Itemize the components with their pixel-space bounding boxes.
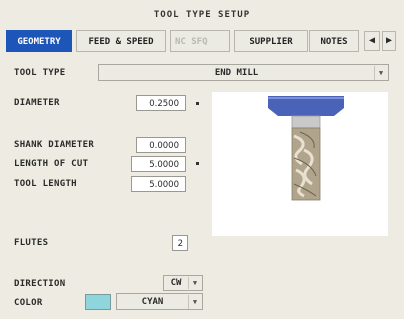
chevron-down-icon: ▼ (188, 295, 201, 309)
arrow-right-icon: ▶ (385, 35, 393, 46)
tool-type-select[interactable]: END MILL ▼ (98, 64, 389, 81)
end-mill-diagram (268, 96, 344, 201)
required-marker (196, 162, 199, 165)
color-select[interactable]: CYAN ▼ (116, 293, 203, 310)
tab-feed-speed[interactable]: FEED & SPEED (76, 30, 166, 52)
tool-type-label: TOOL TYPE (14, 68, 66, 78)
color-label: COLOR (14, 298, 43, 308)
direction-value: CW (170, 278, 182, 288)
tab-bar: GEOMETRY FEED & SPEED NC SFQ SUPPLIER NO… (6, 30, 404, 52)
flutes-field[interactable]: 2 (172, 235, 188, 251)
shank-diameter-label: SHANK DIAMETER (14, 140, 95, 150)
direction-select[interactable]: CW ▼ (163, 275, 203, 291)
tab-geometry[interactable]: GEOMETRY (6, 30, 72, 52)
diameter-field[interactable]: 0.2500 (136, 95, 186, 111)
tab-scroll-left-button[interactable]: ◀ (364, 31, 380, 51)
tool-type-setup-window: TOOL TYPE SETUP GEOMETRY FEED & SPEED NC… (0, 0, 404, 319)
color-value: CYAN (141, 297, 164, 307)
tool-length-field[interactable]: 5.0000 (131, 176, 186, 192)
length-of-cut-field[interactable]: 5.0000 (131, 156, 186, 172)
tool-type-value: END MILL (214, 68, 259, 78)
direction-label: DIRECTION (14, 279, 66, 289)
shank-diameter-field[interactable]: 0.0000 (136, 137, 186, 153)
arrow-left-icon: ◀ (368, 35, 376, 46)
chevron-down-icon: ▼ (188, 277, 201, 289)
length-of-cut-label: LENGTH OF CUT (14, 159, 89, 169)
diameter-label: DIAMETER (14, 98, 60, 108)
color-swatch[interactable] (85, 294, 111, 310)
chevron-down-icon: ▼ (374, 66, 387, 80)
tab-notes[interactable]: NOTES (309, 30, 359, 52)
tool-length-label: TOOL LENGTH (14, 179, 77, 189)
tool-shank (291, 115, 321, 129)
required-marker (196, 102, 199, 105)
tab-scroll-right-button[interactable]: ▶ (382, 31, 396, 51)
tab-supplier[interactable]: SUPPLIER (234, 30, 308, 52)
tool-preview (212, 92, 388, 236)
window-title: TOOL TYPE SETUP (153, 10, 251, 20)
tab-nc-sfq[interactable]: NC SFQ (170, 30, 230, 52)
flutes-label: FLUTES (14, 238, 49, 248)
